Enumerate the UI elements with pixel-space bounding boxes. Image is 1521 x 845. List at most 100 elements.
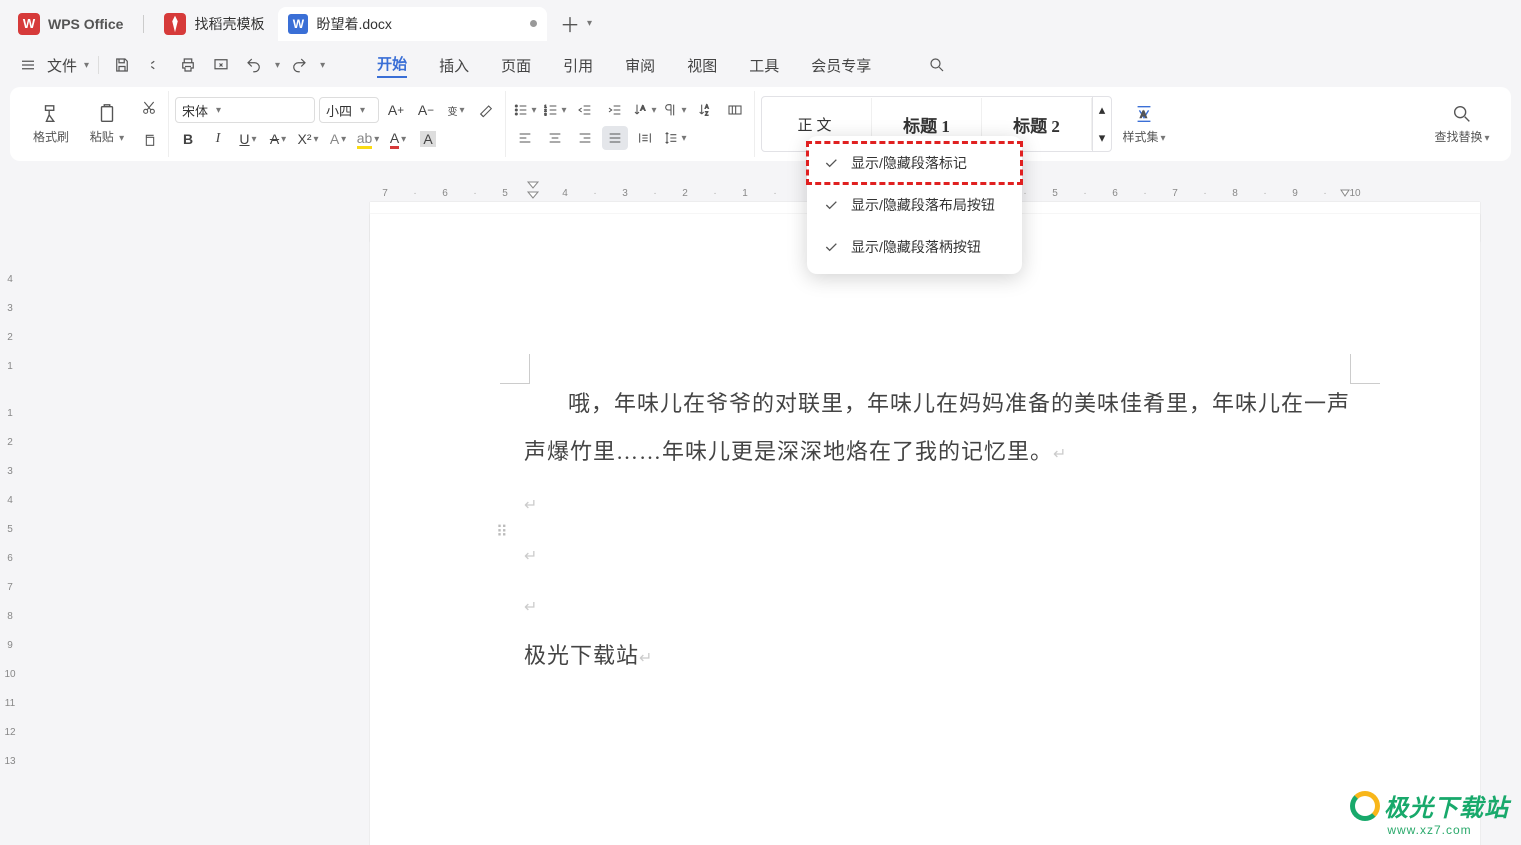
- para-marks-button[interactable]: ▾: [662, 98, 688, 122]
- grow-font-icon[interactable]: A+: [383, 98, 409, 122]
- align-center-button[interactable]: [542, 126, 568, 150]
- menu-start[interactable]: 开始: [377, 53, 407, 78]
- font-effects-button[interactable]: A▾: [325, 127, 351, 151]
- doc-viewport[interactable]: 7654321 12345678910 哦，年味儿在爷爷的对联里，年味儿在妈妈准…: [20, 174, 1521, 845]
- paragraph[interactable]: ↵: [524, 530, 1360, 581]
- search-icon[interactable]: [923, 51, 951, 79]
- redo-icon[interactable]: [285, 51, 313, 79]
- tab-label: 找稻壳模板: [194, 14, 264, 34]
- tab-menu-caret-icon[interactable]: ▾: [587, 18, 592, 29]
- svg-text:A: A: [705, 105, 709, 111]
- file-caret-icon[interactable]: ▾: [84, 60, 89, 71]
- increase-indent-button[interactable]: [602, 98, 628, 122]
- right-indent-icon[interactable]: [1340, 182, 1350, 201]
- highlight-button[interactable]: ab▾: [355, 127, 381, 151]
- save-icon[interactable]: [108, 51, 136, 79]
- strike-button[interactable]: A▾: [265, 127, 291, 151]
- app-title: WPS Office: [48, 16, 123, 32]
- superscript-button[interactable]: X²▾: [295, 127, 321, 151]
- menu-toggle-marks[interactable]: 显示/隐藏段落标记: [807, 142, 1022, 184]
- svg-text:A: A: [641, 104, 646, 113]
- page[interactable]: 哦，年味儿在爷爷的对联里，年味儿在妈妈准备的美味佳肴里，年味儿在一声声爆竹里………: [370, 214, 1480, 845]
- align-left-button[interactable]: [512, 126, 538, 150]
- indent-marker-icon[interactable]: [526, 180, 540, 203]
- line-spacing-button[interactable]: ▾: [662, 126, 688, 150]
- tabstops-button[interactable]: [722, 98, 748, 122]
- sort-button[interactable]: AZ: [692, 98, 718, 122]
- menu-insert[interactable]: 插入: [439, 55, 469, 76]
- paste-button[interactable]: 粘贴 ▾: [80, 92, 134, 156]
- check-icon: [823, 239, 839, 255]
- new-tab-button[interactable]: ＋: [559, 13, 581, 35]
- font-size-combo[interactable]: 小四▾: [319, 97, 379, 123]
- main-menu: 开始 插入 页面 引用 审阅 视图 工具 会员专享: [377, 51, 951, 79]
- paragraph[interactable]: 极光下载站↵: [524, 632, 1360, 683]
- numbering-button[interactable]: 123▾: [542, 98, 568, 122]
- gallery-scroll[interactable]: ▴ ▾: [1092, 96, 1111, 152]
- menu-review[interactable]: 审阅: [625, 55, 655, 76]
- find-group: 查找替换▾: [1421, 91, 1503, 157]
- print-preview-icon[interactable]: [207, 51, 235, 79]
- redo-caret-icon[interactable]: ▾: [320, 60, 325, 71]
- underline-button[interactable]: U▾: [235, 127, 261, 151]
- hamburger-icon[interactable]: [14, 51, 42, 79]
- app-tab-wps[interactable]: W WPS Office: [8, 7, 139, 41]
- styleset-button[interactable]: A 样式集▾: [1114, 92, 1174, 156]
- tab-label: 盼望着.docx: [316, 14, 391, 34]
- check-icon: [823, 155, 839, 171]
- bold-button[interactable]: B: [175, 127, 201, 151]
- paragraph-marks-menu: 显示/隐藏段落标记 显示/隐藏段落布局按钮 显示/隐藏段落柄按钮: [807, 136, 1022, 274]
- menu-tools[interactable]: 工具: [749, 55, 779, 76]
- distribute-button[interactable]: [632, 126, 658, 150]
- find-replace-button[interactable]: 查找替换▾: [1427, 92, 1497, 156]
- menu-page[interactable]: 页面: [501, 55, 531, 76]
- undo-icon[interactable]: [240, 51, 268, 79]
- workarea: 432112345678910111213 7654321 1234567891…: [0, 174, 1521, 845]
- cut-icon[interactable]: [136, 96, 162, 120]
- phonetic-guide-icon[interactable]: 变▾: [443, 98, 469, 122]
- align-right-button[interactable]: [572, 126, 598, 150]
- italic-button[interactable]: I: [205, 127, 231, 151]
- font-color-button[interactable]: A▾: [385, 127, 411, 151]
- print-icon[interactable]: [174, 51, 202, 79]
- file-menu[interactable]: 文件: [47, 55, 77, 76]
- decrease-indent-button[interactable]: [572, 98, 598, 122]
- shrink-font-icon[interactable]: A−: [413, 98, 439, 122]
- check-icon: [823, 197, 839, 213]
- menu-toggle-handle-btn[interactable]: 显示/隐藏段落柄按钮: [807, 226, 1022, 268]
- gallery-down-icon[interactable]: ▾: [1093, 124, 1111, 152]
- menu-ref[interactable]: 引用: [563, 55, 593, 76]
- clear-format-icon[interactable]: [473, 98, 499, 122]
- menu-toggle-layout-btn[interactable]: 显示/隐藏段落布局按钮: [807, 184, 1022, 226]
- align-justify-button[interactable]: [602, 126, 628, 150]
- daoke-icon: [164, 13, 186, 35]
- word-doc-icon: W: [288, 14, 308, 34]
- paragraph[interactable]: 哦，年味儿在爷爷的对联里，年味儿在妈妈准备的美味佳肴里，年味儿在一声声爆竹里………: [524, 380, 1360, 479]
- pilcrow-icon: ↵: [524, 497, 538, 514]
- gallery-up-icon[interactable]: ▴: [1093, 96, 1111, 124]
- margin-corner-tl-icon: [500, 354, 530, 384]
- paragraph[interactable]: ↵: [524, 479, 1360, 530]
- ctx-label: 显示/隐藏段落标记: [851, 153, 967, 173]
- tab-document[interactable]: W 盼望着.docx: [278, 7, 546, 41]
- pilcrow-icon: ↵: [524, 548, 538, 565]
- ctx-label: 显示/隐藏段落布局按钮: [851, 195, 995, 215]
- paste-label: 粘贴 ▾: [90, 128, 124, 145]
- menu-view[interactable]: 视图: [687, 55, 717, 76]
- font-name-combo[interactable]: 宋体▾: [175, 97, 315, 123]
- tab-templates[interactable]: 找稻壳模板: [154, 7, 274, 41]
- copy-icon[interactable]: [136, 128, 162, 152]
- format-painter-button[interactable]: 格式刷: [24, 92, 78, 156]
- share-icon[interactable]: [141, 51, 169, 79]
- margin-corner-tr-icon: [1350, 354, 1380, 384]
- title-bar: W WPS Office 找稻壳模板 W 盼望着.docx ＋ ▾: [0, 0, 1521, 43]
- menu-member[interactable]: 会员专享: [811, 55, 871, 76]
- paragraph[interactable]: ↵: [524, 581, 1360, 632]
- undo-caret-icon[interactable]: ▾: [275, 60, 280, 71]
- watermark: 极光下载站 www.xz7.com: [1350, 788, 1509, 837]
- text-direction-button[interactable]: A▾: [632, 98, 658, 122]
- char-shading-button[interactable]: A: [415, 127, 441, 151]
- quick-access: 文件 ▾ ▾ ▾: [14, 51, 325, 79]
- bullets-button[interactable]: ▾: [512, 98, 538, 122]
- paragraph-handle-icon[interactable]: ⠿: [496, 522, 506, 542]
